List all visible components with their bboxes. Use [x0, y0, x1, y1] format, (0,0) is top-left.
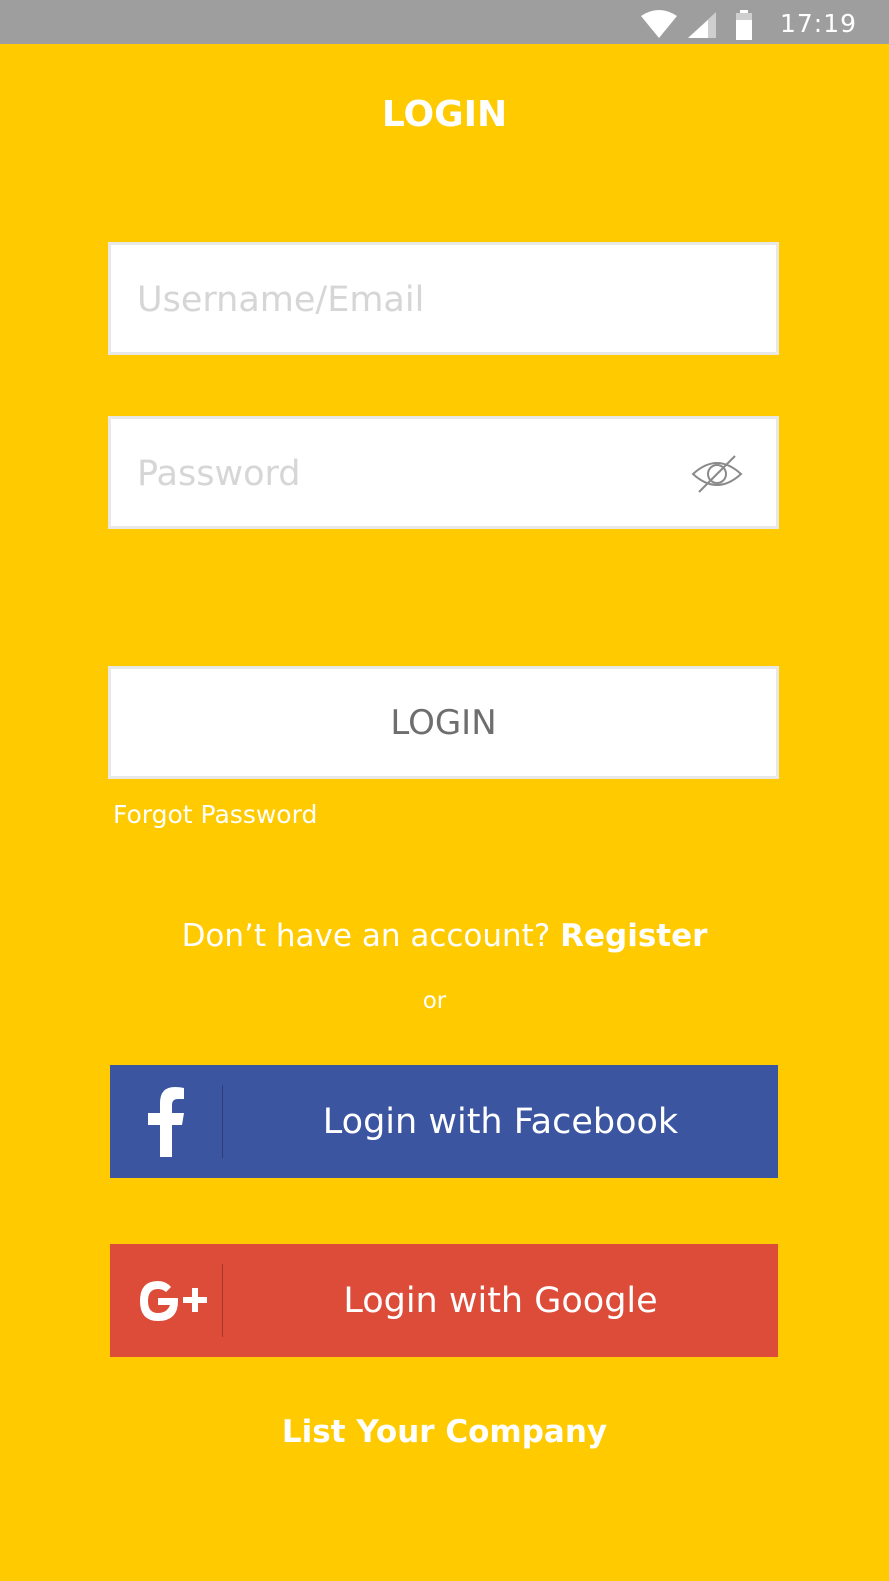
username-field-container: [108, 242, 779, 355]
list-company-link[interactable]: List Your Company: [0, 1414, 889, 1450]
page-title: LOGIN: [381, 94, 508, 135]
battery-icon: [736, 10, 752, 40]
facebook-login-button[interactable]: Login with Facebook: [110, 1065, 778, 1178]
forgot-password-link[interactable]: Forgot Password: [113, 800, 317, 829]
wifi-icon: [641, 10, 677, 38]
cellular-signal-icon: [688, 12, 716, 38]
eye-off-icon[interactable]: [689, 452, 745, 496]
facebook-icon: [148, 1087, 184, 1157]
password-input[interactable]: [135, 419, 659, 528]
google-login-label: Login with Google: [343, 1280, 658, 1321]
google-login-button[interactable]: Login with Google: [110, 1244, 778, 1357]
login-button[interactable]: LOGIN: [108, 666, 779, 779]
google-plus-icon: [140, 1281, 207, 1321]
or-separator: or: [422, 988, 447, 1014]
username-input[interactable]: [135, 245, 659, 354]
password-field-container: [108, 416, 779, 529]
register-prompt: Don’t have an account?: [181, 918, 551, 954]
status-time: 17:19: [780, 9, 858, 38]
register-row: Don’t have an account? Register: [0, 918, 889, 954]
facebook-login-label: Login with Facebook: [322, 1101, 679, 1142]
status-bar: 17:19: [0, 0, 889, 44]
register-link[interactable]: Register: [560, 918, 707, 954]
